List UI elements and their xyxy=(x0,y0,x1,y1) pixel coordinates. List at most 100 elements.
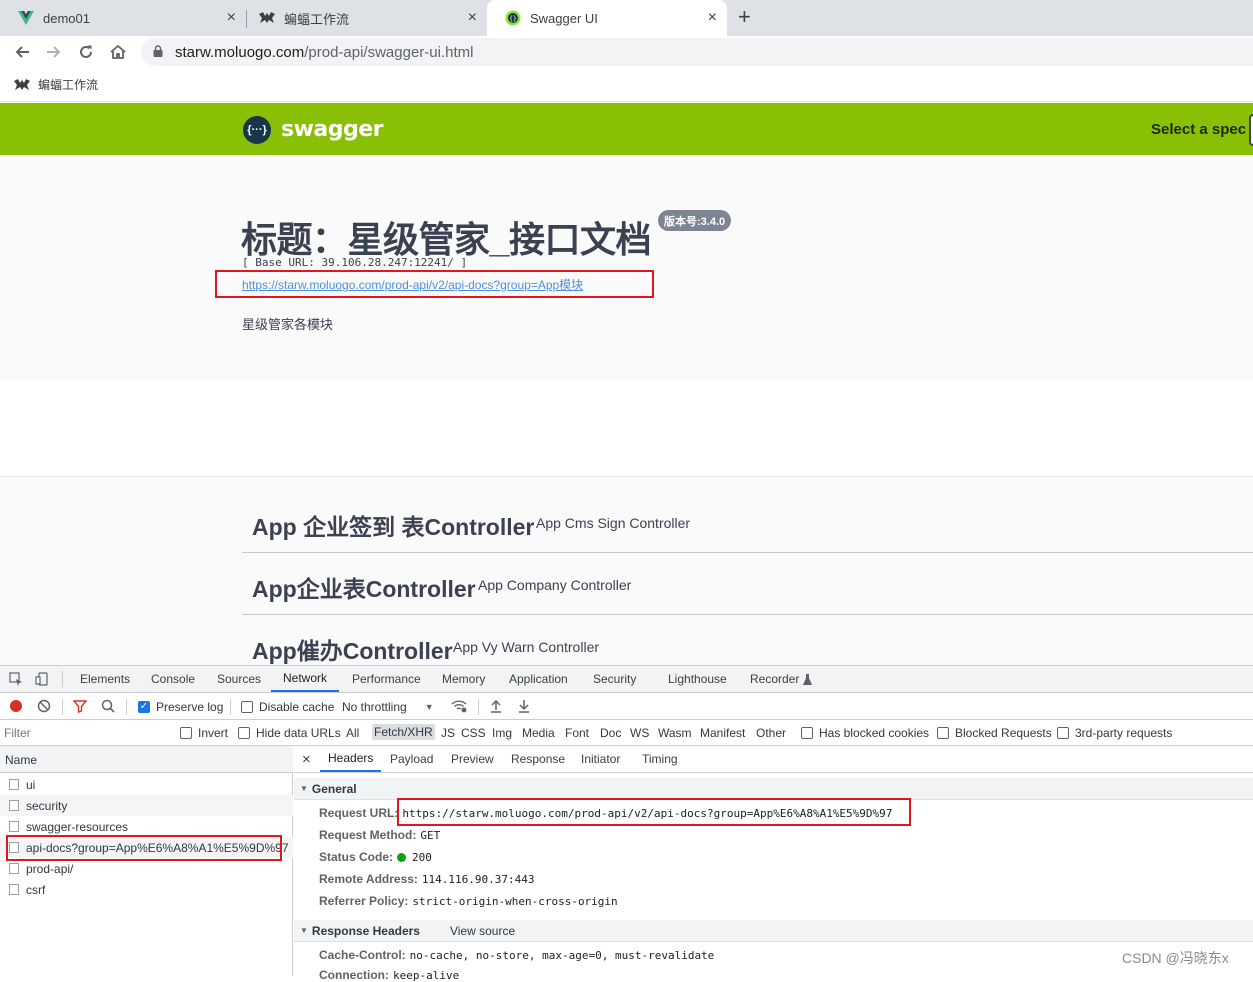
tab-elements[interactable]: Elements xyxy=(80,666,130,692)
document-icon xyxy=(9,884,19,895)
vue-icon xyxy=(18,10,34,26)
tab-sources[interactable]: Sources xyxy=(217,666,261,692)
filter-type-other[interactable]: Other xyxy=(756,726,786,740)
tab-response[interactable]: Response xyxy=(511,746,565,772)
request-row[interactable]: csrf xyxy=(0,879,293,900)
controller-app-cms-sign[interactable]: App 企业签到 表Controller App Cms Sign Contro… xyxy=(242,491,1253,553)
close-icon[interactable]: × xyxy=(468,9,477,27)
highlight-box xyxy=(6,835,282,861)
general-section-header[interactable]: ▼ General xyxy=(294,778,1253,800)
svg-text:{}: {} xyxy=(509,16,517,23)
filter-type-doc[interactable]: Doc xyxy=(600,726,621,740)
request-row[interactable]: swagger-resources xyxy=(0,816,293,837)
watermark: CSDN @冯晓东x xyxy=(1122,950,1229,966)
filter-type-css[interactable]: CSS xyxy=(461,726,486,740)
reload-button[interactable] xyxy=(74,40,98,64)
tab-label: demo01 xyxy=(43,10,90,26)
filter-type-font[interactable]: Font xyxy=(565,726,589,740)
back-button[interactable] xyxy=(10,40,34,64)
filter-type-manifest[interactable]: Manifest xyxy=(700,726,745,740)
response-headers-section-header[interactable]: ▼ Response Headers View source xyxy=(294,920,1253,942)
tab-demo01[interactable]: demo01 × xyxy=(0,0,246,36)
network-conditions-icon[interactable] xyxy=(451,698,467,714)
new-tab-button[interactable]: + xyxy=(738,4,751,30)
filter-type-js[interactable]: JS xyxy=(441,726,455,740)
tab-security[interactable]: Security xyxy=(593,666,636,692)
section-title: Response Headers xyxy=(311,923,420,938)
third-party-requests-checkbox[interactable]: 3rd-party requests xyxy=(1057,726,1172,740)
view-source-link[interactable]: View source xyxy=(450,924,515,938)
device-toolbar-icon[interactable] xyxy=(34,671,50,687)
request-row[interactable]: security xyxy=(0,795,293,816)
export-har-icon[interactable] xyxy=(516,698,532,714)
forward-button[interactable] xyxy=(42,40,66,64)
controller-app-vy-warn[interactable]: App催办Controller App Vy Warn Controller xyxy=(242,615,1253,665)
browser-toolbar: starw.moluogo.com/prod-api/swagger-ui.ht… xyxy=(0,36,1253,68)
tab-network[interactable]: Network xyxy=(271,666,340,692)
checkbox-label: Invert xyxy=(198,726,229,740)
filter-type-img[interactable]: Img xyxy=(492,726,512,740)
tab-console[interactable]: Console xyxy=(151,666,195,692)
request-name: swagger-resources xyxy=(26,819,129,834)
close-icon[interactable]: × xyxy=(708,9,717,27)
address-bar[interactable]: starw.moluogo.com/prod-api/swagger-ui.ht… xyxy=(141,38,1253,66)
controller-desc: App Company Controller xyxy=(478,577,632,593)
tab-performance[interactable]: Performance xyxy=(352,666,421,692)
hide-data-urls-checkbox[interactable]: Hide data URLs xyxy=(238,726,341,740)
tab-recorder[interactable]: Recorder xyxy=(750,666,813,692)
referrer-policy-row: Referrer Policy: strict-origin-when-cros… xyxy=(319,894,618,908)
checkbox-box xyxy=(1057,727,1069,739)
tab-initiator[interactable]: Initiator xyxy=(581,746,620,772)
throttling-select[interactable]: No throttling ▼ xyxy=(342,700,434,714)
record-icon[interactable] xyxy=(8,698,24,714)
disable-cache-checkbox[interactable]: Disable cache xyxy=(241,700,334,714)
has-blocked-cookies-checkbox[interactable]: Has blocked cookies xyxy=(801,726,929,740)
request-row[interactable]: prod-api/ xyxy=(0,858,293,879)
filter-type-media[interactable]: Media xyxy=(522,726,555,740)
network-filter-bar: Invert Hide data URLs All Fetch/XHR JS C… xyxy=(0,720,1253,746)
name-column-header[interactable]: Name xyxy=(0,746,293,773)
filter-type-all[interactable]: All xyxy=(346,726,359,740)
checkbox-box xyxy=(241,701,253,713)
controller-desc: App Cms Sign Controller xyxy=(536,515,691,531)
home-button[interactable] xyxy=(106,40,130,64)
tab-payload[interactable]: Payload xyxy=(390,746,433,772)
invert-checkbox[interactable]: Invert xyxy=(180,726,228,740)
spec-select-dropdown[interactable] xyxy=(1249,114,1253,146)
tab-memory[interactable]: Memory xyxy=(442,666,485,692)
tab-timing[interactable]: Timing xyxy=(642,746,678,772)
referrer-policy-value: strict-origin-when-cross-origin xyxy=(412,894,618,908)
swagger-logo-icon[interactable]: {···} xyxy=(243,116,271,144)
field-label: Request URL: xyxy=(319,806,399,820)
search-icon[interactable] xyxy=(100,698,116,714)
import-har-icon[interactable] xyxy=(488,698,504,714)
preserve-log-checkbox[interactable]: ✓ Preserve log xyxy=(138,700,223,714)
divider xyxy=(62,699,63,715)
filter-type-wasm[interactable]: Wasm xyxy=(658,726,692,740)
filter-icon[interactable] xyxy=(72,698,88,714)
bookmark-bat-workflow[interactable]: 蝙蝠工作流 xyxy=(14,76,98,93)
column-label: Name xyxy=(5,753,38,767)
inspect-element-icon[interactable] xyxy=(8,671,24,687)
close-detail-icon[interactable]: × xyxy=(302,746,311,772)
filter-input[interactable] xyxy=(4,723,166,743)
tab-headers[interactable]: Headers xyxy=(320,746,382,772)
swagger-icon: {} xyxy=(505,10,521,26)
cache-control-row: Cache-Control: no-cache, no-store, max-a… xyxy=(319,948,714,962)
tab-preview[interactable]: Preview xyxy=(451,746,494,772)
tab-swagger-ui[interactable]: {} Swagger UI × xyxy=(487,0,727,36)
filter-type-fetch-xhr[interactable]: Fetch/XHR xyxy=(372,724,435,740)
network-toolbar: ✓ Preserve log Disable cache No throttli… xyxy=(0,693,1253,720)
tab-lighthouse[interactable]: Lighthouse xyxy=(668,666,727,692)
close-icon[interactable]: × xyxy=(227,9,236,27)
controller-app-company[interactable]: App企业表Controller App Company Controller xyxy=(242,553,1253,615)
reload-icon xyxy=(80,45,92,58)
request-row[interactable]: ui xyxy=(0,774,293,795)
tab-application[interactable]: Application xyxy=(509,666,568,692)
filter-type-ws[interactable]: WS xyxy=(630,726,649,740)
clear-icon[interactable] xyxy=(36,698,52,714)
tab-bat-workflow[interactable]: 蝙蝠工作流 × xyxy=(241,0,487,36)
swagger-brand[interactable]: swagger xyxy=(281,117,384,142)
blocked-requests-checkbox[interactable]: Blocked Requests xyxy=(937,726,1052,740)
swagger-topbar: {···} swagger Select a spec xyxy=(0,103,1253,155)
